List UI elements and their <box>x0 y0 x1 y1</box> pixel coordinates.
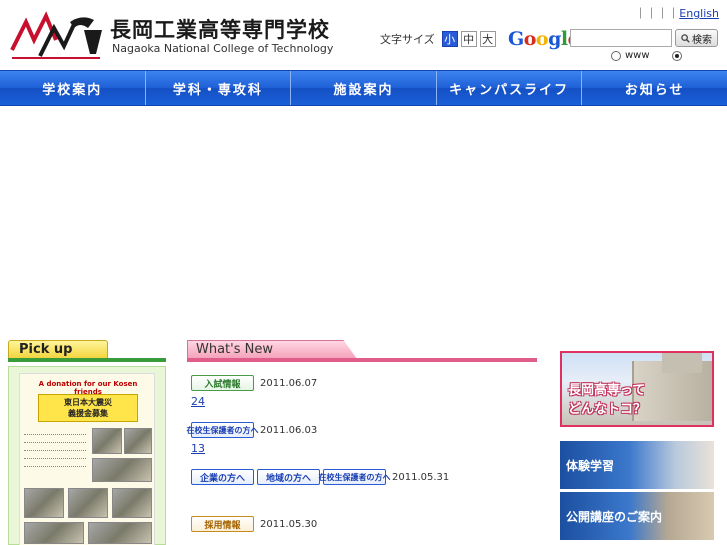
news-link[interactable]: 24 <box>191 395 531 408</box>
font-size-small-button[interactable]: 小 <box>441 31 458 47</box>
scope-site-radio[interactable] <box>671 50 682 61</box>
news-item: 採用情報 2011.05.30 <box>191 515 531 536</box>
banner-what-is-nnct[interactable]: 長岡高専って どんなトコ？ <box>560 351 714 427</box>
nav-item-campus-life[interactable]: キャンパスライフ <box>437 71 583 105</box>
news-date: 2011.05.31 <box>392 471 450 483</box>
donation-photo-2 <box>124 428 152 454</box>
nnct-logo-mark-icon <box>10 11 102 59</box>
scope-www-radio[interactable] <box>611 50 621 61</box>
pickup-heading: Pick up <box>8 340 166 362</box>
search-input[interactable] <box>570 29 672 47</box>
whats-new-heading-label: What's New <box>196 342 273 357</box>
header: 長岡工業高等専門学校 Nagaoka National College of T… <box>0 0 727 70</box>
nav-item-about[interactable]: 学校案内 <box>0 71 146 105</box>
news-item: 入試情報 2011.06.07 24 <box>191 374 531 408</box>
search-button-label: 検索 <box>692 34 712 46</box>
badge-companies[interactable]: 企業の方へ <box>191 469 254 485</box>
global-nav: 学校案内 学科・専攻科 施設案内 キャンパスライフ お知らせ <box>0 70 727 106</box>
banner-experience-learning[interactable]: 体験学習 <box>560 441 714 489</box>
news-link[interactable]: 13 <box>191 442 531 455</box>
donation-banner-line1: 東日本大震災 <box>64 398 112 407</box>
font-size-label: 文字サイズ <box>380 33 435 46</box>
donation-banner-label: 東日本大震災 義援金募集 <box>38 394 138 422</box>
donation-photo-8 <box>88 522 152 544</box>
news-date: 2011.06.07 <box>260 377 318 389</box>
font-size-large-button[interactable]: 大 <box>479 31 496 47</box>
search-button[interactable]: 検索 <box>675 29 718 47</box>
nav-item-departments[interactable]: 学科・専攻科 <box>146 71 292 105</box>
donation-photo-4 <box>24 488 64 518</box>
donation-text-lines <box>24 428 86 468</box>
badge-admissions[interactable]: 入試情報 <box>191 375 254 391</box>
college-logo[interactable]: 長岡工業高等専門学校 Nagaoka National College of T… <box>10 10 333 62</box>
font-size-switcher: 文字サイズ 小 中 大 <box>380 31 496 47</box>
banner-donnatoko-line2: どんなトコ？ <box>568 402 647 417</box>
banner-taiken-label: 体験学習 <box>566 459 615 473</box>
news-date: 2011.05.30 <box>260 518 318 530</box>
search-scope: www <box>611 50 686 61</box>
badge-recruitment[interactable]: 採用情報 <box>191 516 254 532</box>
pickup-panel: A donation for our Kosen friends 東日本大震災 … <box>8 366 166 545</box>
donation-photo-3 <box>92 458 152 482</box>
donation-photo-7 <box>24 522 84 544</box>
donation-banner-line2: 義援金募集 <box>68 409 108 418</box>
college-name-en: Nagaoka National College of Technology <box>112 42 334 55</box>
english-link[interactable]: English <box>679 7 719 20</box>
scope-www-label: www <box>625 50 650 61</box>
news-item: 在校生保護者の方へ 2011.06.03 13 <box>187 421 531 455</box>
college-name-jp: 長岡工業高等専門学校 <box>110 18 330 42</box>
font-size-medium-button[interactable]: 中 <box>460 31 477 47</box>
badge-parents[interactable]: 在校生保護者の方へ <box>319 469 391 485</box>
banner-donnatoko-line1: 長岡高専って <box>568 383 646 398</box>
search-icon <box>681 33 690 43</box>
news-item: 企業の方へ 地域の方へ 在校生保護者の方へ 2011.05.31 <box>191 468 531 489</box>
banner-open-lectures[interactable]: 公開講座のご案内 <box>560 492 714 540</box>
google-logo: Google <box>508 28 580 50</box>
donation-photo-1 <box>92 428 122 454</box>
pickup-heading-label: Pick up <box>19 342 73 357</box>
news-date: 2011.06.03 <box>260 424 318 436</box>
nav-item-news[interactable]: お知らせ <box>582 71 727 105</box>
donation-photo-5 <box>68 488 108 518</box>
donation-photo-6 <box>112 488 152 518</box>
nav-item-facilities[interactable]: 施設案内 <box>291 71 437 105</box>
donation-banner[interactable]: A donation for our Kosen friends 東日本大震災 … <box>19 373 155 545</box>
whats-new-heading: What's New <box>187 340 537 362</box>
badge-community[interactable]: 地域の方へ <box>257 469 320 485</box>
banner-koukai-label: 公開講座のご案内 <box>566 510 663 524</box>
top-links: ｜｜｜｜English <box>635 7 719 20</box>
badge-parents[interactable]: 在校生保護者の方へ <box>187 422 259 438</box>
